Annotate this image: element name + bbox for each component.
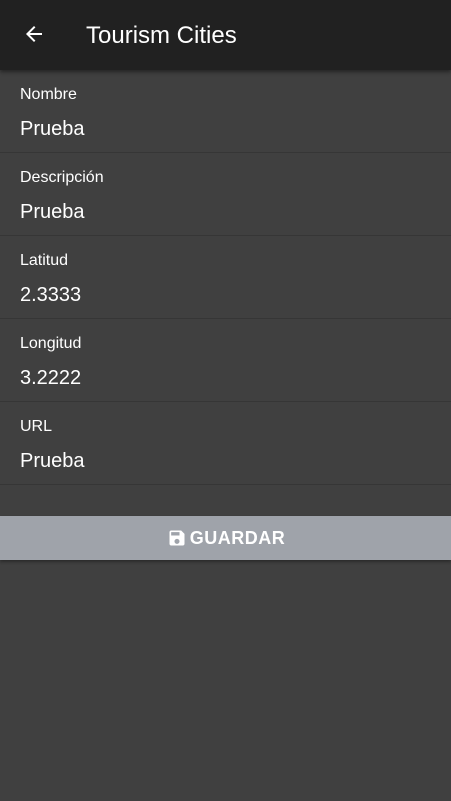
app-toolbar: Tourism Cities [0, 0, 451, 70]
nombre-input[interactable] [20, 116, 430, 142]
save-button-label: GUARDAR [189, 527, 286, 548]
url-input[interactable] [20, 448, 430, 474]
latitud-input[interactable] [20, 282, 430, 308]
field-latitud: Latitud [0, 236, 451, 319]
back-button[interactable] [20, 22, 48, 50]
field-label: Longitud [20, 335, 82, 352]
field-label: Nombre [20, 86, 77, 103]
save-icon [166, 527, 188, 549]
field-nombre: Nombre [0, 70, 451, 153]
field-label: URL [20, 418, 53, 435]
longitud-input[interactable] [20, 365, 430, 391]
save-button[interactable]: GUARDAR [0, 516, 451, 560]
field-longitud: Longitud [0, 319, 451, 402]
field-label: Descripción [20, 169, 104, 186]
page-title: Tourism Cities [86, 22, 237, 49]
arrow-left-icon [22, 22, 46, 51]
app-screen: Tourism Cities Nombre Descripción Latitu… [0, 0, 451, 801]
field-label: Latitud [20, 252, 69, 269]
city-form: Nombre Descripción Latitud Longitud URL [0, 70, 451, 485]
field-descripcion: Descripción [0, 153, 451, 236]
field-url: URL [0, 402, 451, 485]
descripcion-input[interactable] [20, 199, 430, 225]
